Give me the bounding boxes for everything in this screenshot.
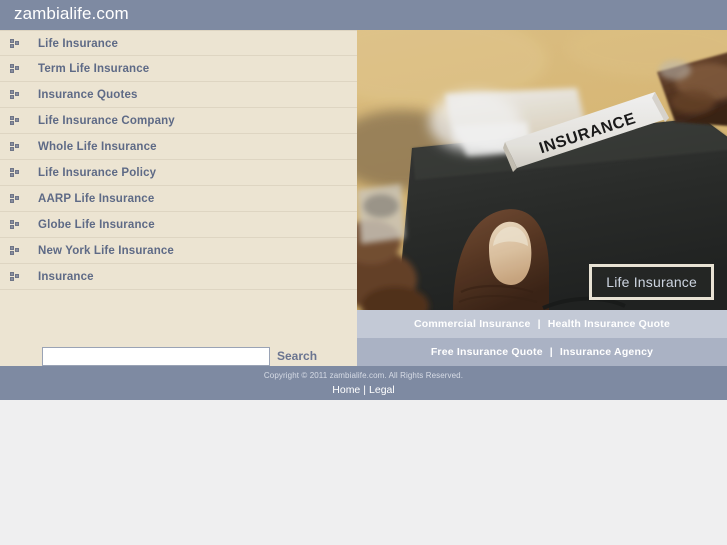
hero-banner: INSURANCE Life Insurance: [357, 30, 727, 310]
copyright-text: Copyright © 2011 zambialife.com. All Rig…: [263, 371, 464, 380]
sidebar-item-label: New York Life Insurance: [38, 245, 174, 257]
sidebar-item-2[interactable]: Insurance Quotes: [0, 82, 357, 108]
link-separator: |: [549, 346, 553, 358]
bullet-square-icon: [10, 272, 19, 281]
sidebar-item-6[interactable]: AARP Life Insurance: [0, 186, 357, 212]
strip-link-0-0[interactable]: Commercial Insurance: [414, 318, 531, 330]
bullet-square-icon: [10, 142, 19, 151]
footer-link-separator: |: [363, 384, 367, 396]
link-separator: |: [537, 318, 541, 330]
sidebar-item-label: Globe Life Insurance: [38, 219, 155, 231]
sidebar-item-3[interactable]: Life Insurance Company: [0, 108, 357, 134]
search-button[interactable]: Search: [277, 347, 317, 366]
footer-links: Home | Legal: [0, 384, 727, 396]
search-row: Search: [0, 312, 357, 366]
footer-link-legal[interactable]: Legal: [369, 384, 395, 396]
hero-caption: Life Insurance: [589, 264, 714, 300]
page-bottom-blank: [0, 400, 727, 545]
hero-column: INSURANCE Life Insurance Commercial Insu…: [357, 30, 727, 366]
footer-link-home[interactable]: Home: [332, 384, 360, 396]
sidebar-item-7[interactable]: Globe Life Insurance: [0, 212, 357, 238]
body-wrap: Life Insurance Term Life Insurance Insuran…: [0, 30, 727, 366]
sidebar-item-label: Insurance: [38, 271, 94, 283]
sidebar-item-label: Insurance Quotes: [38, 89, 138, 101]
sidebar-nav-list: Life Insurance Term Life Insurance Insuran…: [0, 30, 357, 290]
sidebar-item-8[interactable]: New York Life Insurance: [0, 238, 357, 264]
sidebar-item-label: Life Insurance: [38, 38, 119, 50]
sidebar-item-5[interactable]: Life Insurance Policy: [0, 160, 357, 186]
sidebar-item-9[interactable]: Insurance: [0, 264, 357, 290]
site-footer: Copyright © 2011 zambialife.com. All Rig…: [0, 366, 727, 400]
sidebar-item-1[interactable]: Term Life Insurance: [0, 56, 357, 82]
bullet-square-icon: [10, 90, 19, 99]
sidebar: Life Insurance Term Life Insurance Insuran…: [0, 30, 357, 366]
link-strip-primary: Commercial Insurance | Health Insurance Qu…: [357, 310, 727, 338]
bullet-square-icon: [10, 194, 19, 203]
search-input[interactable]: [42, 347, 270, 366]
bullet-square-icon: [10, 64, 19, 73]
sidebar-item-label: AARP Life Insurance: [38, 193, 155, 205]
sidebar-item-label: Term Life Insurance: [38, 63, 150, 75]
link-strip-secondary: Free Insurance Quote | Insurance Agency: [357, 338, 727, 366]
sidebar-item-label: Whole Life Insurance: [38, 141, 157, 153]
bullet-square-icon: [10, 246, 19, 255]
sidebar-item-4[interactable]: Whole Life Insurance: [0, 134, 357, 160]
bullet-square-icon: [10, 116, 19, 125]
sidebar-item-label: Life Insurance Company: [38, 115, 175, 127]
site-header: zambialife.com: [0, 0, 727, 30]
strip-link-1-0[interactable]: Free Insurance Quote: [431, 346, 543, 358]
bullet-square-icon: [10, 168, 19, 177]
sidebar-item-label: Life Insurance Policy: [38, 167, 157, 179]
strip-link-1-1[interactable]: Insurance Agency: [560, 346, 653, 358]
sidebar-item-0[interactable]: Life Insurance: [0, 30, 357, 56]
bullet-square-icon: [10, 39, 19, 48]
strip-link-0-1[interactable]: Health Insurance Quote: [548, 318, 670, 330]
page-root: zambialife.com Life Insurance Term Life I…: [0, 0, 727, 545]
bullet-square-icon: [10, 220, 19, 229]
site-title: zambialife.com: [14, 4, 129, 23]
